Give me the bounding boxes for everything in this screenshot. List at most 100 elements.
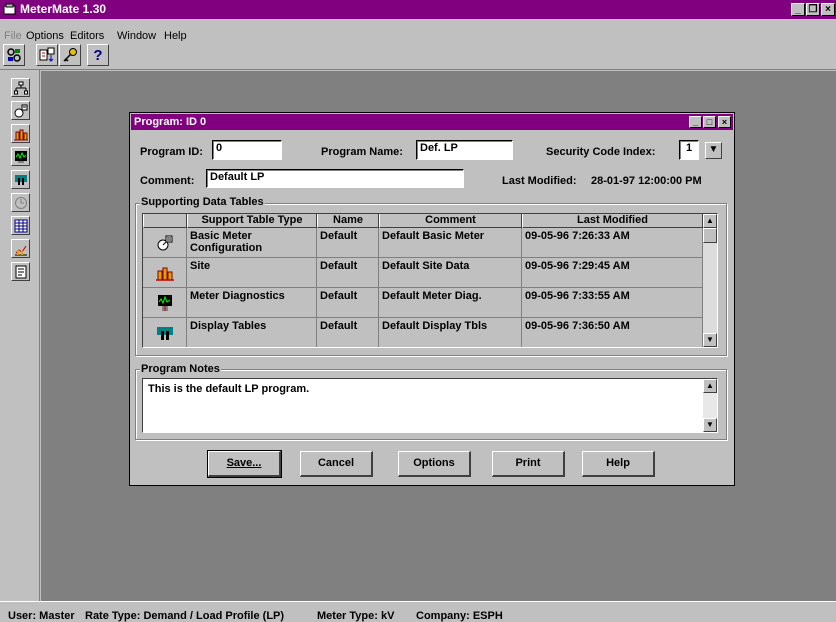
network-icon — [13, 81, 28, 94]
close-button[interactable]: × — [821, 3, 835, 16]
notes-scrollbar[interactable]: ▲ ▼ — [703, 379, 717, 432]
table-row[interactable]: Meter Diagnostics Default Default Meter … — [143, 288, 703, 318]
restore-button[interactable]: ❐ — [806, 3, 820, 16]
table-icon — [14, 219, 27, 232]
scroll-up-button[interactable]: ▲ — [703, 214, 717, 228]
diagnostics-icon — [157, 294, 172, 311]
header-name[interactable]: Name — [317, 214, 379, 228]
table-row[interactable]: Site Default Default Site Data 09-05-96 … — [143, 258, 703, 288]
cancel-button[interactable]: Cancel — [300, 451, 373, 477]
header-icon-column — [143, 214, 187, 228]
row-icon-cell — [143, 258, 187, 288]
supporting-tables-grid[interactable]: Support Table Type Name Comment Last Mod… — [142, 213, 718, 348]
row-comment: Default Site Data — [379, 258, 522, 288]
load-profile-button[interactable] — [11, 239, 30, 258]
notes-scroll-down-button[interactable]: ▼ — [703, 418, 717, 432]
cancel-button-label: Cancel — [317, 457, 355, 469]
status-rate-type: Rate Type: Demand / Load Profile (LP) — [85, 610, 285, 622]
row-icon-cell — [143, 318, 187, 347]
program-icon — [15, 265, 26, 278]
header-support-table-type[interactable]: Support Table Type — [187, 214, 317, 228]
save-button[interactable]: Save... — [207, 450, 282, 478]
network-button[interactable] — [11, 78, 30, 97]
row-name: Default — [317, 258, 379, 288]
table-row[interactable]: Basic Meter Configuration Default Defaul… — [143, 228, 703, 258]
row-type: Meter Diagnostics — [187, 288, 317, 318]
save-button-label: Save... — [226, 457, 262, 469]
table-scrollbar[interactable]: ▲ ▼ — [703, 214, 717, 347]
comment-field[interactable]: Default LP — [206, 169, 464, 188]
options-button-label: Options — [413, 457, 455, 469]
row-modified: 09-05-96 7:26:33 AM — [522, 228, 703, 258]
status-company: Company: ESPH — [416, 610, 503, 622]
help-button-label: Help — [606, 457, 630, 469]
minimize-button[interactable]: _ — [791, 3, 805, 16]
table-row[interactable]: Display Tables Default Default Display T… — [143, 318, 703, 347]
display-button[interactable] — [11, 170, 30, 189]
scroll-down-button[interactable]: ▼ — [703, 333, 717, 347]
connect-icon — [7, 48, 21, 62]
site-button[interactable] — [11, 124, 30, 143]
app-icon — [3, 3, 16, 15]
dialog-close-button[interactable]: × — [718, 116, 731, 128]
dialog-title-bar[interactable]: Program: ID 0 _ □ × — [131, 114, 733, 130]
program-button[interactable] — [11, 262, 30, 281]
meter-config-icon — [157, 235, 172, 250]
dropdown-arrow-icon: ▼ — [708, 144, 719, 155]
row-icon-cell — [143, 288, 187, 318]
security-code-field[interactable]: 1 — [679, 140, 699, 160]
notes-scroll-up-button[interactable]: ▲ — [703, 379, 717, 393]
clock-button[interactable] — [11, 193, 30, 212]
header-last-modified[interactable]: Last Modified — [522, 214, 703, 228]
menu-bar: File Options Editors Window Help — [0, 19, 836, 42]
site-icon — [13, 129, 28, 140]
comment-label: Comment: — [140, 175, 195, 187]
row-modified: 09-05-96 7:29:45 AM — [522, 258, 703, 288]
security-key-button[interactable] — [59, 44, 81, 66]
program-id-field[interactable]: 0 — [212, 140, 282, 160]
header-comment[interactable]: Comment — [379, 214, 522, 228]
dialog-minimize-button[interactable]: _ — [689, 116, 702, 128]
app-title: MeterMate 1.30 — [20, 2, 107, 16]
row-name: Default — [317, 228, 379, 258]
load-profile-icon — [14, 245, 27, 255]
diagnostics-icon — [14, 150, 27, 163]
row-name: Default — [317, 318, 379, 347]
supporting-tables-group-label: Supporting Data Tables — [140, 196, 265, 208]
program-name-field[interactable]: Def. LP — [416, 140, 513, 160]
left-toolbar — [0, 70, 40, 601]
diagnostics-button[interactable] — [11, 147, 30, 166]
display-icon — [14, 174, 27, 185]
last-modified-label: Last Modified: — [502, 175, 577, 187]
program-id-label: Program ID: — [140, 146, 203, 158]
program-notes-textarea[interactable]: This is the default LP program. ▲ ▼ — [142, 378, 718, 433]
row-type: Display Tables — [187, 318, 317, 347]
site-icon — [155, 267, 174, 281]
print-button[interactable]: Print — [492, 451, 565, 477]
meter-config-button[interactable] — [11, 101, 30, 120]
row-name: Default — [317, 288, 379, 318]
row-modified: 09-05-96 7:33:55 AM — [522, 288, 703, 318]
scroll-thumb[interactable] — [703, 228, 717, 243]
options-button[interactable]: Options — [398, 451, 471, 477]
print-button-label: Print — [515, 457, 541, 469]
arrow-up-icon: ▲ — [706, 381, 714, 390]
table-button[interactable] — [11, 216, 30, 235]
program-name-label: Program Name: — [321, 146, 403, 158]
help-dialog-button[interactable]: Help — [582, 451, 655, 477]
dialog-maximize-button[interactable]: □ — [703, 116, 716, 128]
arrow-down-icon: ▼ — [706, 335, 714, 344]
row-icon-cell — [143, 228, 187, 258]
connect-button[interactable] — [3, 44, 25, 66]
security-code-dropdown-button[interactable]: ▼ — [705, 142, 722, 159]
row-comment: Default Display Tbls — [379, 318, 522, 347]
meter-config-icon — [14, 104, 27, 117]
help-button[interactable]: ? — [87, 44, 109, 66]
dialog-title: Program: ID 0 — [134, 116, 207, 128]
row-modified: 09-05-96 7:36:50 AM — [522, 318, 703, 347]
app-title-bar[interactable]: MeterMate 1.30 _ ❐ × — [0, 0, 836, 19]
clock-icon — [14, 196, 27, 209]
program-notes-text: This is the default LP program. — [148, 383, 310, 395]
configuration-button[interactable] — [36, 44, 58, 66]
toolbar: ? — [0, 41, 836, 70]
